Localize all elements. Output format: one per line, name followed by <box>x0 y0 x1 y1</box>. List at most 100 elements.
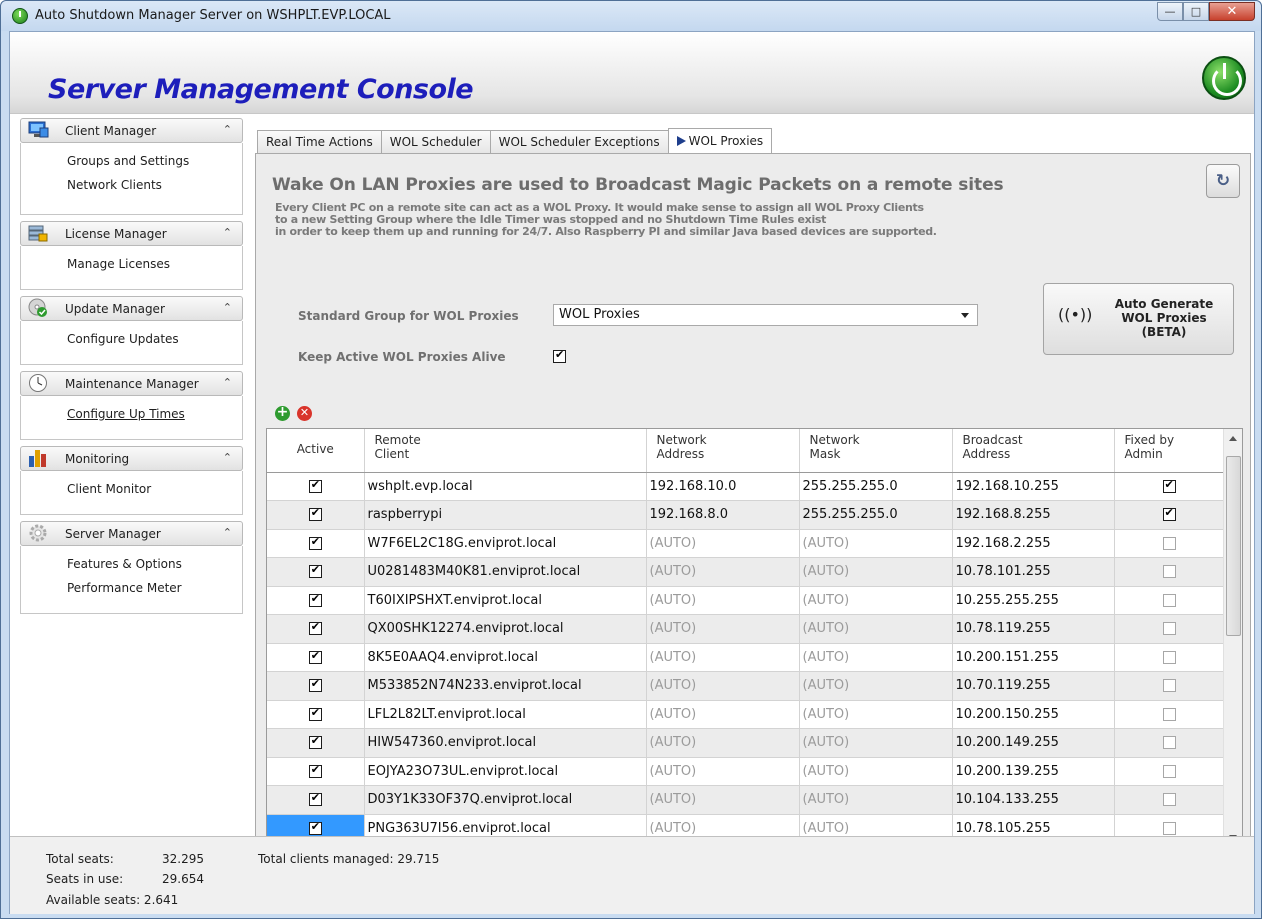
add-proxy-icon[interactable]: + <box>275 405 290 421</box>
fixed-by-admin-checkbox[interactable] <box>1162 679 1176 693</box>
fixed-by-admin-cell[interactable] <box>1114 757 1225 786</box>
auto-generate-wol-proxies-button[interactable]: ((•)) Auto Generate WOL Proxies (BETA) <box>1043 283 1234 355</box>
fixed-by-admin-cell[interactable] <box>1114 728 1225 758</box>
active-checkbox[interactable] <box>308 535 322 550</box>
collapse-chevron-icon[interactable]: ⌃ <box>223 301 232 314</box>
active-cell[interactable] <box>267 500 365 530</box>
section-header-maintenance-manager[interactable]: Maintenance Manager ⌃ <box>20 371 243 396</box>
tab-wol-scheduler[interactable]: WOL Scheduler <box>380 130 491 153</box>
table-row[interactable]: W7F6EL2C18G.enviprot.local(AUTO)(AUTO)19… <box>267 529 1225 558</box>
section-header-client-manager[interactable]: Client Manager ⌃ <box>20 118 243 143</box>
network-address-cell[interactable]: (AUTO) <box>646 614 800 644</box>
column-header-fixed-by-admin[interactable]: Fixed by Admin <box>1114 429 1225 473</box>
collapse-chevron-icon[interactable]: ⌃ <box>223 526 232 539</box>
active-cell[interactable] <box>267 614 365 644</box>
collapse-chevron-icon[interactable]: ⌃ <box>223 376 232 389</box>
fixed-by-admin-checkbox[interactable] <box>1162 793 1176 807</box>
table-row[interactable]: T60IXIPSHXT.enviprot.local(AUTO)(AUTO)10… <box>267 586 1225 615</box>
network-address-cell[interactable]: (AUTO) <box>646 671 800 701</box>
remote-client-cell[interactable]: D03Y1K33OF37Q.enviprot.local <box>364 785 647 815</box>
sidebar-item-network-clients[interactable]: Network Clients <box>67 173 242 197</box>
column-header-network-mask[interactable]: Network Mask <box>799 429 953 473</box>
collapse-chevron-icon[interactable]: ⌃ <box>223 123 232 136</box>
broadcast-address-cell[interactable]: 10.255.255.255 <box>952 586 1115 615</box>
fixed-by-admin-cell[interactable] <box>1114 671 1225 701</box>
sidebar-item-configure-updates[interactable]: Configure Updates <box>67 327 242 351</box>
fixed-by-admin-checkbox[interactable] <box>1162 565 1176 579</box>
network-address-cell[interactable]: 192.168.8.0 <box>646 500 800 530</box>
broadcast-address-cell[interactable]: 192.168.10.255 <box>952 472 1115 501</box>
fixed-by-admin-cell[interactable] <box>1114 586 1225 615</box>
broadcast-address-cell[interactable]: 10.70.119.255 <box>952 671 1115 701</box>
network-mask-cell[interactable]: (AUTO) <box>799 529 953 558</box>
active-cell[interactable] <box>267 529 365 558</box>
active-checkbox[interactable] <box>308 734 322 750</box>
broadcast-address-cell[interactable]: 10.104.133.255 <box>952 785 1115 815</box>
network-mask-cell[interactable]: (AUTO) <box>799 728 953 758</box>
network-address-cell[interactable]: (AUTO) <box>646 643 800 672</box>
network-mask-cell[interactable]: (AUTO) <box>799 671 953 701</box>
section-header-server-manager[interactable]: Server Manager ⌃ <box>20 521 243 546</box>
fixed-by-admin-cell[interactable] <box>1114 500 1225 530</box>
keep-alive-checkbox[interactable] <box>553 348 566 363</box>
fixed-by-admin-checkbox[interactable] <box>1162 506 1176 522</box>
network-address-cell[interactable]: 192.168.10.0 <box>646 472 800 501</box>
tab-real-time-actions[interactable]: Real Time Actions <box>257 130 382 153</box>
scroll-up-arrow-icon[interactable] <box>1229 436 1237 441</box>
active-checkbox[interactable] <box>308 592 322 607</box>
remote-client-cell[interactable]: EOJYA23O73UL.enviprot.local <box>364 757 647 786</box>
network-mask-cell[interactable]: (AUTO) <box>799 785 953 815</box>
column-header-active[interactable]: Active <box>267 429 365 473</box>
tab-wol-proxies[interactable]: WOL Proxies <box>667 128 773 153</box>
section-header-monitoring[interactable]: Monitoring ⌃ <box>20 446 243 471</box>
fixed-by-admin-cell[interactable] <box>1114 700 1225 729</box>
active-checkbox[interactable] <box>308 820 322 835</box>
table-row[interactable]: D03Y1K33OF37Q.enviprot.local(AUTO)(AUTO)… <box>267 785 1225 815</box>
remote-client-cell[interactable]: HIW547360.enviprot.local <box>364 728 647 758</box>
fixed-by-admin-checkbox[interactable] <box>1162 736 1176 750</box>
table-row[interactable]: 8K5E0AAQ4.enviprot.local(AUTO)(AUTO)10.2… <box>267 643 1225 672</box>
remote-client-cell[interactable]: raspberrypi <box>364 500 647 530</box>
network-mask-cell[interactable]: (AUTO) <box>799 700 953 729</box>
scrollbar-thumb[interactable] <box>1226 456 1241 636</box>
collapse-chevron-icon[interactable]: ⌃ <box>223 226 232 239</box>
active-cell[interactable] <box>267 472 365 501</box>
active-checkbox[interactable] <box>308 563 322 579</box>
active-cell[interactable] <box>267 557 365 587</box>
broadcast-address-cell[interactable]: 10.78.101.255 <box>952 557 1115 587</box>
remote-client-cell[interactable]: M533852N74N233.enviprot.local <box>364 671 647 701</box>
remote-client-cell[interactable]: T60IXIPSHXT.enviprot.local <box>364 586 647 615</box>
fixed-by-admin-cell[interactable] <box>1114 529 1225 558</box>
network-address-cell[interactable]: (AUTO) <box>646 700 800 729</box>
fixed-by-admin-cell[interactable] <box>1114 557 1225 587</box>
sidebar-item-features-options[interactable]: Features & Options <box>67 552 242 576</box>
network-mask-cell[interactable]: (AUTO) <box>799 586 953 615</box>
sidebar-item-groups-and-settings[interactable]: Groups and Settings <box>67 149 242 173</box>
table-row[interactable]: EOJYA23O73UL.enviprot.local(AUTO)(AUTO)1… <box>267 757 1225 786</box>
network-mask-cell[interactable]: 255.255.255.0 <box>799 500 953 530</box>
remote-client-cell[interactable]: QX00SHK12274.enviprot.local <box>364 614 647 644</box>
active-checkbox[interactable] <box>308 706 322 721</box>
broadcast-address-cell[interactable]: 192.168.2.255 <box>952 529 1115 558</box>
active-checkbox[interactable] <box>308 763 322 778</box>
remote-client-cell[interactable]: W7F6EL2C18G.enviprot.local <box>364 529 647 558</box>
column-header-network-address[interactable]: Network Address <box>646 429 800 473</box>
fixed-by-admin-cell[interactable] <box>1114 472 1225 501</box>
table-row[interactable]: wshplt.evp.local192.168.10.0255.255.255.… <box>267 472 1225 501</box>
network-mask-cell[interactable]: (AUTO) <box>799 643 953 672</box>
sidebar-item-configure-up-times[interactable]: Configure Up Times <box>67 402 242 426</box>
fixed-by-admin-checkbox[interactable] <box>1162 821 1176 835</box>
fixed-by-admin-cell[interactable] <box>1114 643 1225 672</box>
section-header-license-manager[interactable]: License Manager ⌃ <box>20 221 243 246</box>
active-checkbox[interactable] <box>308 620 322 636</box>
network-address-cell[interactable]: (AUTO) <box>646 757 800 786</box>
table-row[interactable]: raspberrypi192.168.8.0255.255.255.0192.1… <box>267 500 1225 530</box>
active-cell[interactable] <box>267 671 365 701</box>
sidebar-item-performance-meter[interactable]: Performance Meter <box>67 576 242 600</box>
broadcast-address-cell[interactable]: 10.200.149.255 <box>952 728 1115 758</box>
remote-client-cell[interactable]: LFL2L82LT.enviprot.local <box>364 700 647 729</box>
broadcast-address-cell[interactable]: 192.168.8.255 <box>952 500 1115 530</box>
table-row[interactable]: HIW547360.enviprot.local(AUTO)(AUTO)10.2… <box>267 728 1225 758</box>
network-mask-cell[interactable]: (AUTO) <box>799 614 953 644</box>
fixed-by-admin-checkbox[interactable] <box>1162 622 1176 636</box>
